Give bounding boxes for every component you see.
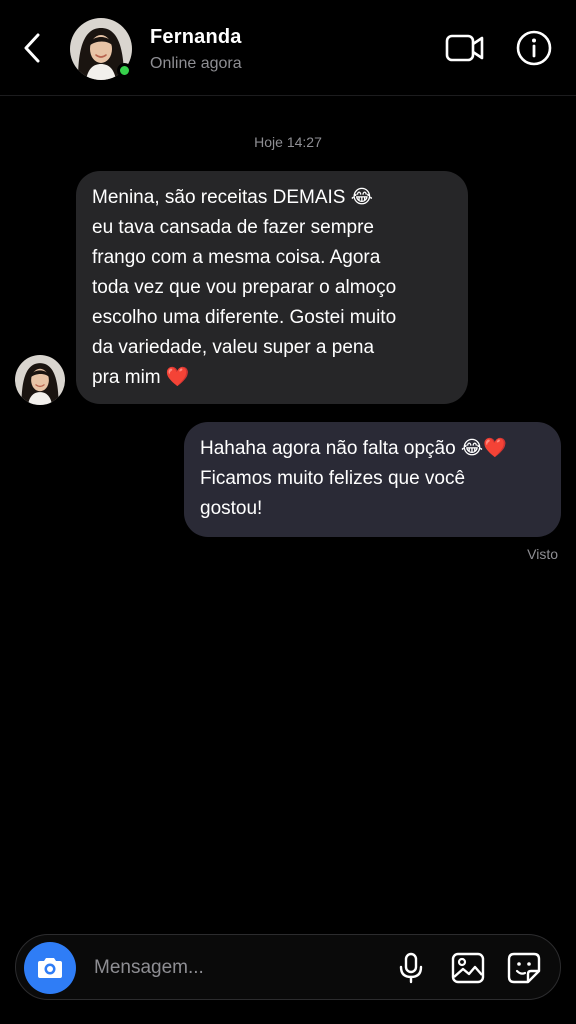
message-line: Hahaha agora não falta opção 😂❤️ — [200, 438, 507, 459]
seen-receipt: Visto — [527, 546, 558, 562]
camera-button[interactable] — [24, 942, 76, 994]
message-line: toda vez que vou preparar o almoço — [92, 277, 397, 298]
message-line: Ficamos muito felizes que você — [200, 468, 466, 489]
message-line: frango com a mesma coisa. Agora — [92, 247, 381, 268]
message-line: da variedade, valeu super a pena — [92, 337, 375, 358]
chevron-left-icon — [22, 32, 42, 64]
info-icon — [514, 28, 554, 68]
sender-avatar[interactable] — [15, 355, 65, 405]
image-gallery-icon — [450, 951, 486, 985]
contact-avatar[interactable] — [70, 18, 132, 80]
video-call-button[interactable] — [444, 30, 486, 66]
message-composer — [15, 934, 561, 1000]
contact-name[interactable]: Fernanda — [150, 26, 242, 49]
message-timestamp: Hoje 14:27 — [254, 134, 322, 150]
incoming-message-bubble[interactable]: Menina, são receitas DEMAIS 😂 eu tava ca… — [76, 171, 468, 404]
back-button[interactable] — [16, 28, 48, 68]
sticker-button[interactable] — [506, 951, 542, 985]
message-line: Menina, são receitas DEMAIS 😂 — [92, 187, 373, 208]
message-line: escolho uma diferente. Gostei muito — [92, 307, 397, 328]
microphone-icon — [394, 951, 428, 985]
online-status-indicator — [117, 63, 132, 78]
voice-message-button[interactable] — [394, 951, 428, 985]
message-input[interactable] — [94, 948, 384, 988]
info-button[interactable] — [514, 28, 554, 68]
gallery-button[interactable] — [450, 951, 486, 985]
sticker-icon — [506, 951, 542, 985]
message-line: gostou! — [200, 498, 263, 519]
contact-status: Online agora — [150, 55, 242, 72]
outgoing-message-bubble[interactable]: Hahaha agora não falta opção 😂❤️ Ficamos… — [184, 422, 561, 537]
message-line: eu tava cansada de fazer sempre — [92, 217, 375, 238]
video-camera-icon — [444, 30, 486, 66]
camera-icon — [35, 955, 65, 981]
chat-header: Fernanda Online agora — [0, 0, 576, 96]
message-line: pra mim ❤️ — [92, 367, 190, 388]
